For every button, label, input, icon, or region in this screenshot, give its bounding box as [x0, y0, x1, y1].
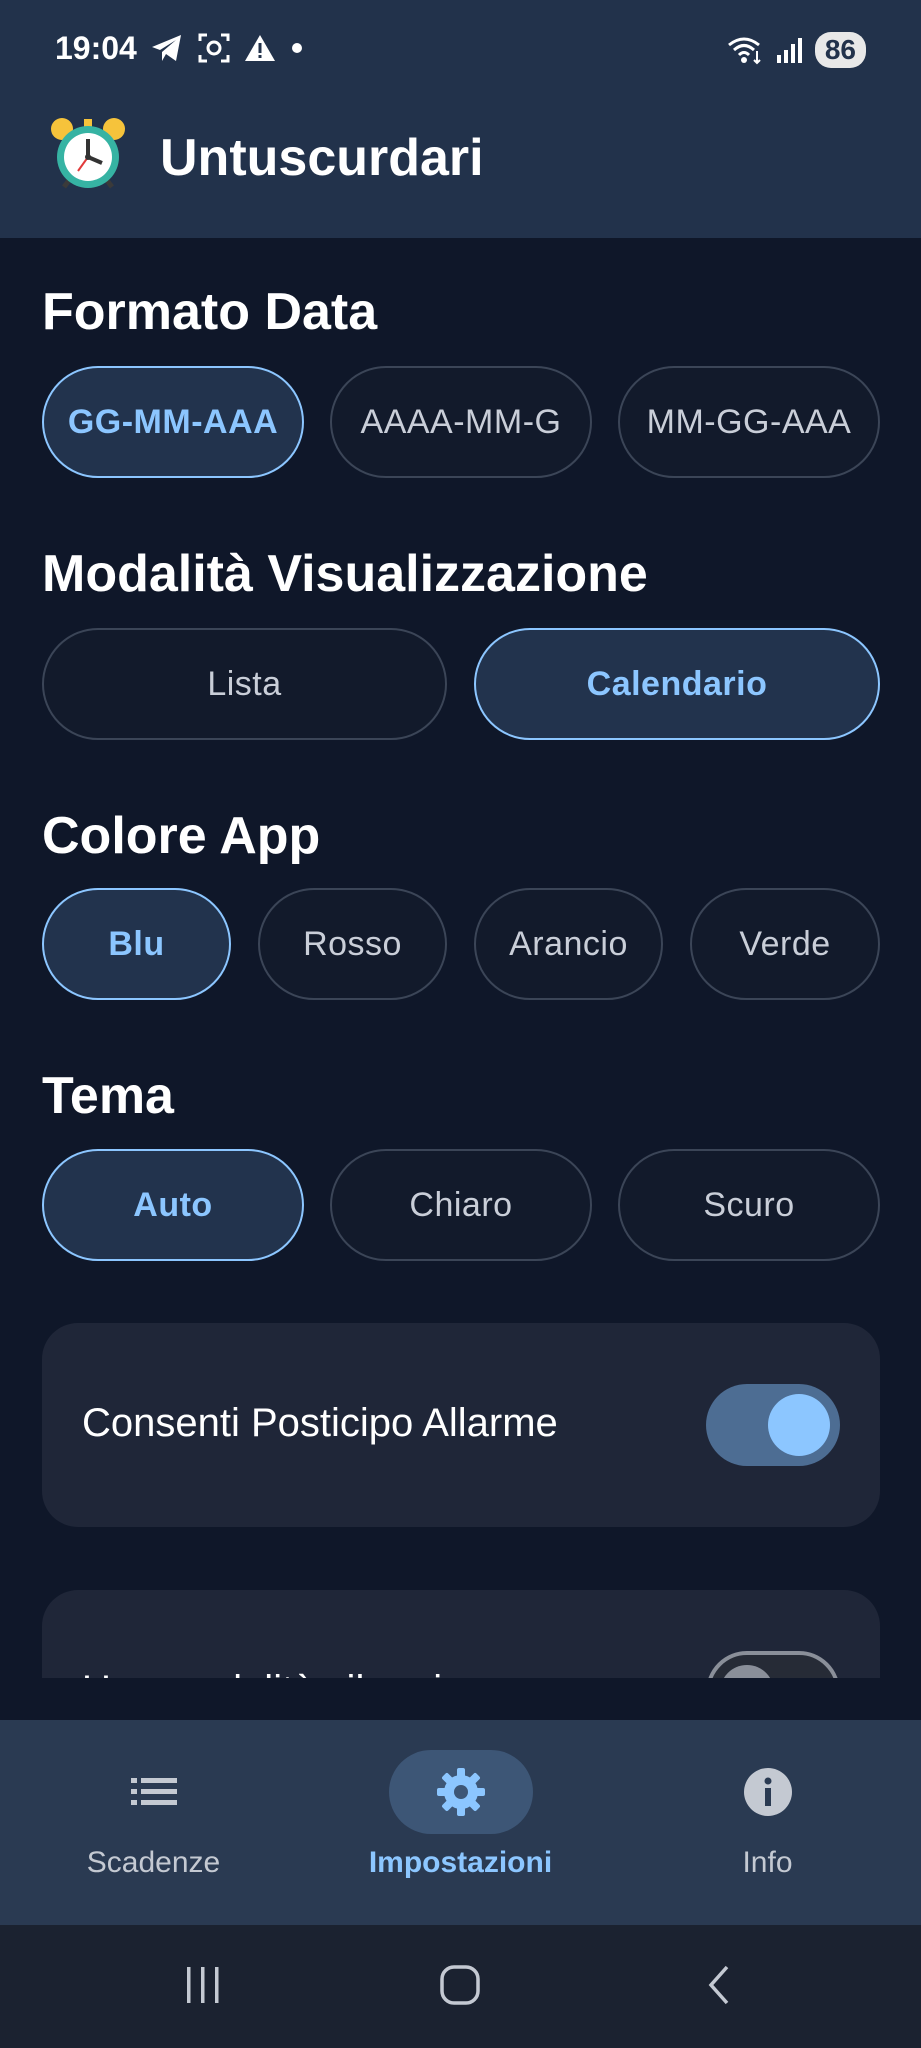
bottom-navigation: Scadenze Impostazioni Info [0, 1720, 921, 1925]
nav-label-scadenze: Scadenze [86, 1846, 221, 1879]
home-icon [440, 1965, 480, 2005]
app-title: Untuscurdari [160, 129, 484, 187]
back-icon [708, 1965, 729, 2005]
app-bar: Untuscurdari [0, 100, 921, 238]
status-bar: 19:04 86 [0, 0, 921, 100]
theme-option-chiaro[interactable]: Chiaro [330, 1149, 592, 1261]
date-format-option-aaaa-mm-g[interactable]: AAAA-MM-G [330, 366, 592, 478]
nav-item-scadenze[interactable]: Scadenze [0, 1720, 307, 1925]
vibration-setting-label: Usa modalità vibrazione [82, 1668, 509, 1678]
settings-content[interactable]: Formato Data GG-MM-AAA AAAA-MM-G MM-GG-A… [0, 238, 921, 1678]
telegram-icon [152, 35, 181, 61]
snooze-setting-label: Consenti Posticipo Allarme [82, 1401, 558, 1445]
app-color-title: Colore App [42, 807, 321, 865]
date-format-title: Formato Data [42, 283, 378, 341]
status-time: 19:04 [55, 30, 137, 66]
nav-icon-container [82, 1750, 226, 1834]
theme-title: Tema [42, 1067, 174, 1125]
view-mode-option-calendario[interactable]: Calendario [474, 628, 880, 740]
alarm-clock-icon [51, 118, 125, 189]
view-mode-title: Modalità Visualizzazione [42, 545, 648, 603]
app-color-option-blu[interactable]: Blu [42, 888, 231, 1000]
dot-icon [292, 43, 302, 53]
app-color-option-rosso[interactable]: Rosso [258, 888, 447, 1000]
snooze-toggle-knob [768, 1394, 830, 1456]
date-format-option-gg-mm-aaa[interactable]: GG-MM-AAA [42, 366, 304, 478]
signal-icon [776, 38, 802, 63]
gear-icon [436, 1768, 485, 1816]
battery-level: 86 [814, 32, 866, 68]
warning-icon [245, 35, 275, 61]
date-format-option-mm-gg-aaa[interactable]: MM-GG-AAA [618, 366, 880, 478]
info-icon [743, 1768, 792, 1816]
nav-label-info: Info [742, 1846, 793, 1879]
system-navigation-bar [0, 1925, 921, 2048]
theme-option-auto[interactable]: Auto [42, 1149, 304, 1261]
back-button[interactable] [684, 1955, 754, 2015]
status-left-icons [150, 30, 304, 66]
nav-item-impostazioni[interactable]: Impostazioni [307, 1720, 614, 1925]
recents-button[interactable] [168, 1955, 238, 2015]
home-button[interactable] [425, 1955, 495, 2015]
view-mode-option-lista[interactable]: Lista [42, 628, 447, 740]
nav-label-impostazioni: Impostazioni [368, 1846, 553, 1879]
vibration-setting-card[interactable]: Usa modalità vibrazione [42, 1590, 880, 1678]
recents-icon [187, 1967, 219, 2003]
nav-icon-container-active [388, 1750, 533, 1834]
screenshot-icon [198, 33, 230, 63]
nav-item-info[interactable]: Info [614, 1720, 921, 1925]
nav-icon-container [696, 1750, 840, 1834]
vibration-toggle[interactable] [706, 1651, 840, 1678]
status-right-icons: 86 [727, 30, 866, 70]
app-color-option-arancio[interactable]: Arancio [474, 888, 663, 1000]
snooze-setting-card[interactable]: Consenti Posticipo Allarme [42, 1323, 880, 1527]
snooze-toggle[interactable] [706, 1384, 840, 1466]
list-icon [130, 1778, 177, 1805]
vibration-toggle-knob [720, 1665, 774, 1678]
wifi-icon [727, 37, 761, 65]
theme-option-scuro[interactable]: Scuro [618, 1149, 880, 1261]
app-color-option-verde[interactable]: Verde [690, 888, 880, 1000]
